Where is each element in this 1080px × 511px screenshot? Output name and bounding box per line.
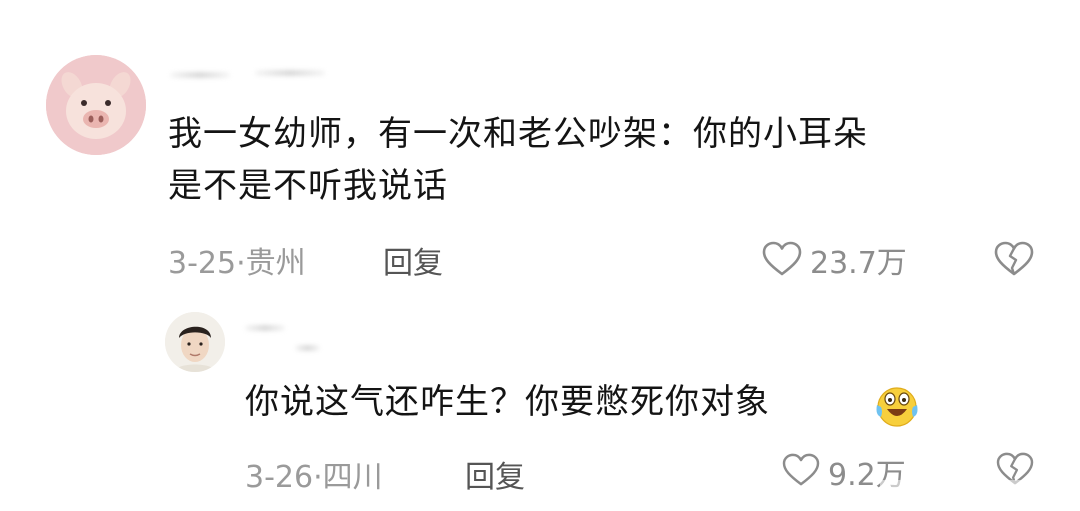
heart-outline-icon[interactable]: [762, 241, 802, 277]
reply-date-location: 3-26·四川: [245, 460, 383, 495]
pig-avatar-icon: [46, 55, 146, 155]
broken-heart-icon[interactable]: [994, 241, 1034, 277]
comment-date-location: 3-25·贵州: [168, 246, 306, 281]
username-redacted: [170, 72, 230, 78]
username-redacted: [295, 345, 320, 351]
laughing-crying-emoji-icon: [876, 387, 918, 427]
watermark-overlay: [880, 480, 1080, 511]
reply-button[interactable]: 回复: [383, 238, 443, 282]
like-count: 23.7万: [810, 246, 907, 281]
reply-button[interactable]: 回复: [465, 452, 525, 496]
username-redacted: [245, 325, 285, 331]
heart-outline-icon[interactable]: [782, 453, 820, 487]
comment-text: 是不是不听我说话: [168, 166, 448, 206]
reply-text: 你说这气还咋生？你要憋死你对象: [245, 382, 770, 422]
username-redacted: [255, 70, 325, 76]
commenter-avatar[interactable]: [46, 55, 146, 155]
man-avatar-icon: [165, 312, 225, 372]
comment-text: 我一女幼师，有一次和老公吵架：你的小耳朵: [168, 114, 868, 154]
replier-avatar[interactable]: [165, 312, 225, 372]
